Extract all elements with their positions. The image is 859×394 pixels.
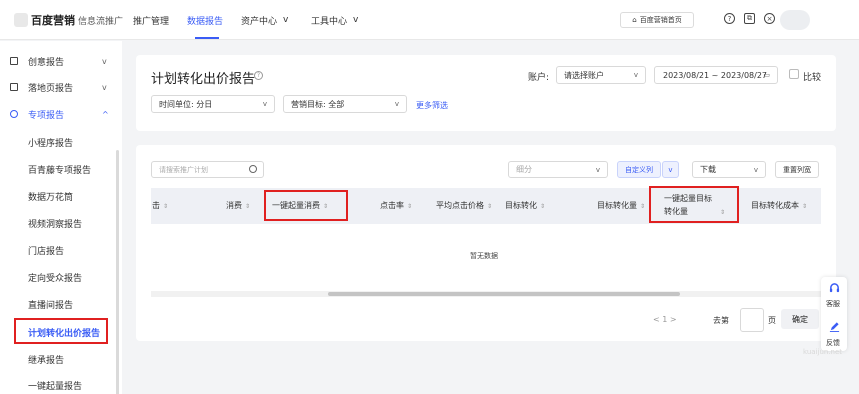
chevron-down-icon: v <box>353 15 359 25</box>
chevron-down-icon: v <box>633 71 638 79</box>
nav-promotion-management[interactable]: 推广管理 <box>133 0 169 40</box>
watermark: kuaijun.net <box>803 348 843 356</box>
chevron-down-icon: v <box>668 165 673 174</box>
calendar-icon: ▭ <box>763 71 770 79</box>
page-label: 页 <box>768 316 776 325</box>
highlight-box <box>264 190 348 221</box>
baidu-marketing-logo[interactable]: 百度营销 信息流推广 <box>14 11 123 29</box>
chevron-down-icon: v <box>394 100 399 108</box>
sidebar-item-creative-report[interactable]: 创意报告 v <box>0 52 122 70</box>
page-number-input[interactable] <box>740 308 764 332</box>
copy-icon[interactable]: ⧉ <box>744 13 755 24</box>
pagination-range[interactable]: < 1 > <box>653 315 677 324</box>
goto-label: 去第 <box>713 316 729 325</box>
column-header-avg-click-price[interactable]: 平均点击价格 ⇕ <box>436 200 492 211</box>
sidebar-scrollbar[interactable] <box>116 150 119 394</box>
chevron-down-icon: v <box>102 82 107 92</box>
highlight-box <box>14 318 108 344</box>
search-input[interactable]: 请搜索推广计划 <box>151 161 264 178</box>
home-icon: ⌂ <box>632 16 637 24</box>
logo-sub-text: 信息流推广 <box>78 16 124 27</box>
account-select[interactable]: 请选择账户 v <box>556 66 646 84</box>
avatar[interactable] <box>780 10 810 30</box>
chevron-down-icon: v <box>102 56 107 66</box>
special-icon <box>10 110 18 118</box>
column-header-clicks[interactable]: 击 ⇕ <box>152 200 168 211</box>
column-header-target-conversion[interactable]: 目标转化 ⇕ <box>505 200 545 211</box>
sidebar-subitem-video-insight[interactable]: 视频洞察报告 <box>28 217 82 230</box>
time-unit-select[interactable]: 时间单位: 分日 v <box>151 95 275 113</box>
marketing-goal-select[interactable]: 营销目标: 全部 v <box>283 95 407 113</box>
empty-state-text: 暂无数据 <box>470 252 498 260</box>
custom-columns-dropdown[interactable]: v <box>662 161 679 178</box>
document-icon <box>10 57 18 65</box>
confirm-page-button[interactable]: 确定 <box>781 309 819 329</box>
compare-checkbox[interactable] <box>789 69 799 79</box>
sidebar-subitem-store[interactable]: 门店报告 <box>28 244 64 257</box>
sort-icon: ⇕ <box>407 203 413 210</box>
chevron-down-icon: v <box>262 100 267 108</box>
home-button[interactable]: ⌂ 百度营销首页 <box>620 12 694 28</box>
breakdown-select[interactable]: 细分 v <box>508 161 608 178</box>
nav-tool-center[interactable]: 工具中心 v <box>311 0 358 40</box>
help-circle-icon[interactable]: ? <box>254 71 263 80</box>
nav-asset-center[interactable]: 资产中心 v <box>241 0 288 40</box>
chevron-down-icon: v <box>595 165 600 174</box>
column-header-target-conversion-cost[interactable]: 目标转化成本 ⇕ <box>751 200 807 211</box>
date-range-picker[interactable]: 2023/08/21 ~ 2023/08/27 ▭ <box>654 66 778 84</box>
page-title: 计划转化出价报告 <box>151 72 256 87</box>
sort-icon: ⇕ <box>487 203 493 210</box>
sidebar-subitem-mini-program[interactable]: 小程序报告 <box>28 136 73 149</box>
page-icon <box>10 83 18 91</box>
logo-main-text: 百度营销 <box>31 14 75 27</box>
nav-data-report[interactable]: 数据报告 <box>187 0 223 40</box>
help-circle-icon[interactable]: ? <box>724 13 735 24</box>
custom-columns-button[interactable]: 自定义列 <box>617 161 661 178</box>
sidebar-subitem-baiqingteng[interactable]: 百青藤专项报告 <box>28 163 91 176</box>
sidebar-subitem-audience[interactable]: 定向受众报告 <box>28 271 82 284</box>
paw-logo-icon <box>14 13 28 27</box>
sort-icon: ⇕ <box>245 203 251 210</box>
sidebar-subitem-kaleidoscope[interactable]: 数据万花筒 <box>28 190 73 203</box>
close-circle-icon[interactable]: × <box>764 13 775 24</box>
feedback-label[interactable]: 反馈 <box>826 338 840 348</box>
reset-column-width-button[interactable]: 重置列宽 <box>775 161 819 178</box>
highlight-box <box>649 186 739 223</box>
nav-active-underline <box>195 37 219 39</box>
chevron-up-icon: ^ <box>102 109 109 119</box>
column-header-ctr[interactable]: 点击率 ⇕ <box>380 200 412 211</box>
sidebar-subitem-inherit[interactable]: 继承报告 <box>28 353 64 366</box>
download-select[interactable]: 下载 v <box>692 161 766 178</box>
column-header-target-conversion-count[interactable]: 目标转化量 ⇕ <box>597 200 645 211</box>
pen-icon[interactable] <box>829 321 840 332</box>
top-bar: 百度营销 信息流推广 推广管理 数据报告 资产中心 v 工具中心 v ⌂ 百度营销首… <box>0 0 859 40</box>
sidebar-item-special-report[interactable]: 专项报告 ^ <box>0 105 122 123</box>
chevron-down-icon: v <box>753 165 758 174</box>
sidebar-item-landing-page-report[interactable]: 落地页报告 v <box>0 78 122 96</box>
account-label: 账户: <box>528 73 550 83</box>
search-icon <box>249 165 257 173</box>
headset-icon[interactable] <box>829 283 840 294</box>
column-header-cost[interactable]: 消费 ⇕ <box>226 200 250 211</box>
sort-icon: ⇕ <box>802 203 808 210</box>
sidebar-subitem-one-click-boost[interactable]: 一键起量报告 <box>28 379 82 392</box>
chevron-down-icon: v <box>283 15 289 25</box>
sort-icon: ⇕ <box>540 203 546 210</box>
compare-label: 比较 <box>803 73 822 83</box>
sort-icon: ⇕ <box>640 203 646 210</box>
service-label[interactable]: 客服 <box>826 299 840 309</box>
sort-icon: ⇕ <box>163 203 169 210</box>
sidebar-subitem-live-room[interactable]: 直播间报告 <box>28 298 73 311</box>
horizontal-scrollbar-thumb[interactable] <box>328 292 680 296</box>
more-filters-link[interactable]: 更多筛选 <box>416 100 448 111</box>
